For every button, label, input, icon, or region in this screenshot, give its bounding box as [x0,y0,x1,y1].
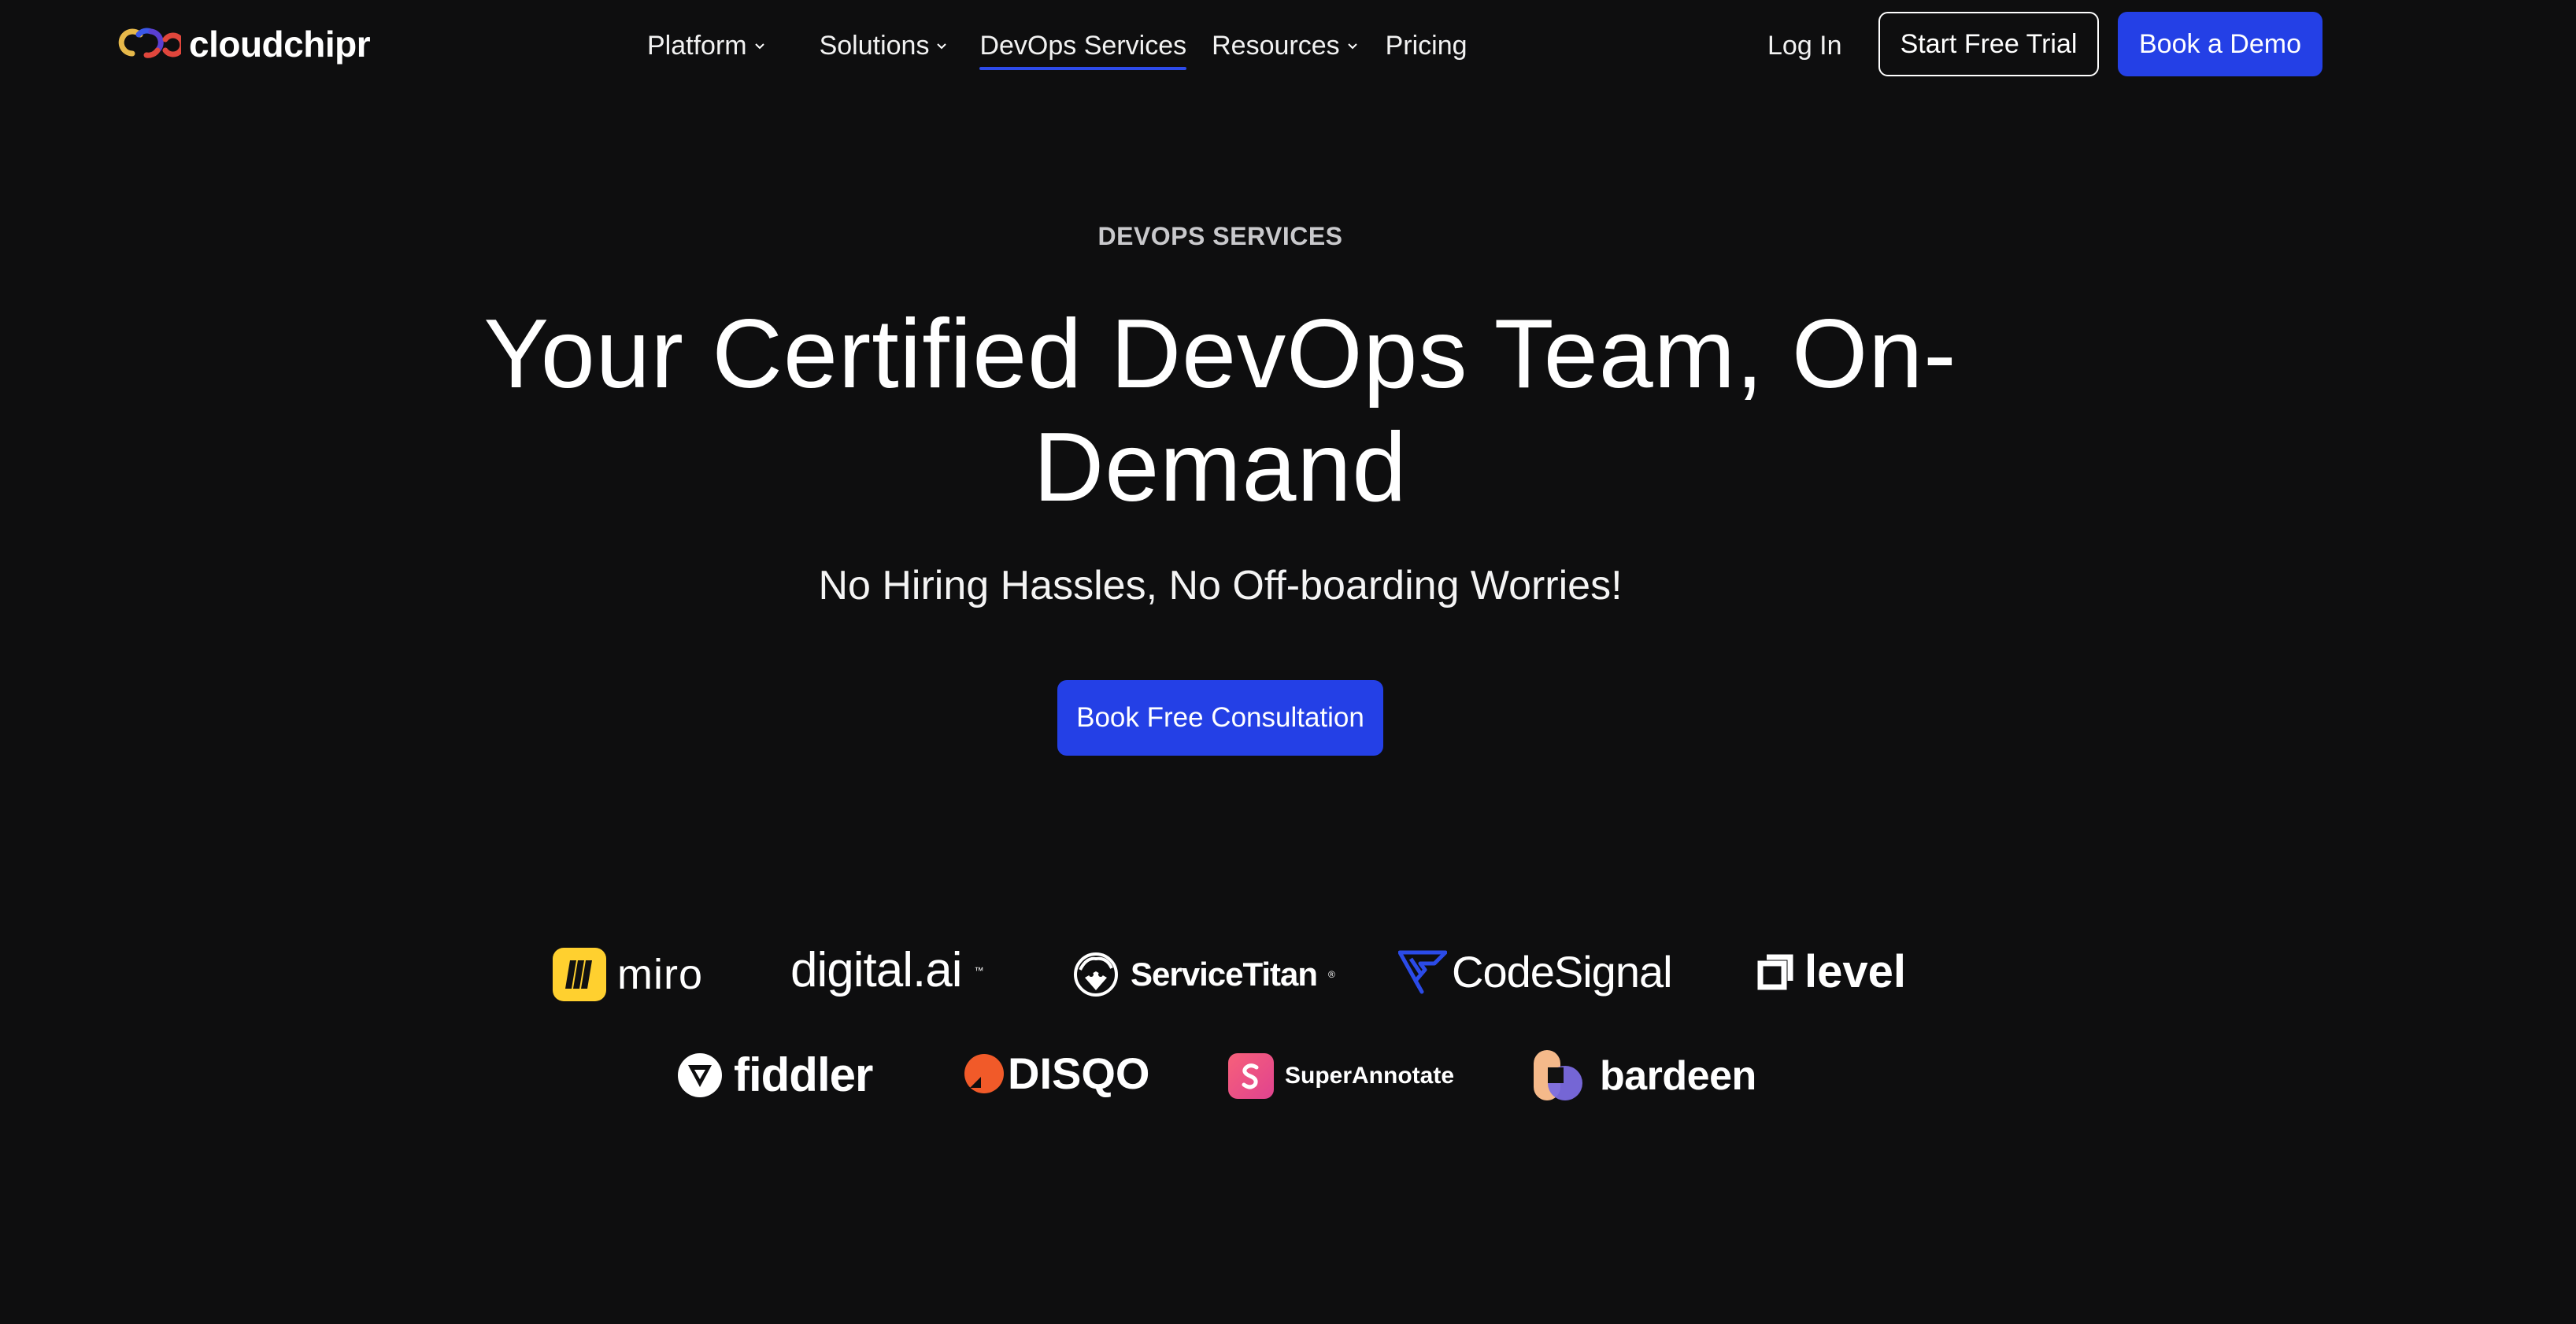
book-free-consultation-button[interactable]: Book Free Consultation [1057,680,1383,756]
bardeen-logo-icon [1534,1050,1582,1100]
nav-item-devops-services[interactable]: DevOps Services [979,24,1187,70]
chevron-down-icon [937,43,947,50]
logo-text: miro [617,951,703,998]
logo-text: bardeen [1600,1053,1756,1099]
codesignal-logo-icon [1398,950,1447,994]
logo-text: CodeSignal [1452,947,1673,997]
chevron-down-icon [754,43,764,50]
nav-item-label: Solutions [819,30,930,61]
miro-logo-icon [553,948,606,1001]
logo-text: ServiceTitan [1131,956,1318,993]
logo-text: level [1804,946,1906,997]
logo-text: DISQO [1008,1048,1150,1098]
cloudchipr-logo-icon [118,28,181,58]
logo-text: SuperAnnotate [1285,1063,1455,1089]
nav-item-label: Resources [1212,30,1340,61]
logo-codesignal: CodeSignal [1398,947,1673,997]
nav-item-platform[interactable]: Platform [647,24,766,68]
fiddler-logo-icon [678,1053,722,1097]
superannotate-logo-icon [1228,1053,1274,1099]
nav-item-label: DevOps Services [979,30,1187,61]
logo-bardeen: bardeen [1534,1050,1756,1102]
section-eyebrow: DEVOPS SERVICES [1097,222,1343,250]
book-a-demo-button[interactable]: Book a Demo [2118,12,2322,76]
nav-item-solutions[interactable]: Solutions [820,24,949,68]
chevron-down-icon [1347,43,1357,50]
login-link[interactable]: Log In [1767,24,1842,68]
nav-item-label: Pricing [1385,30,1468,61]
logo-level: level [1757,949,1906,995]
nav-item-pricing[interactable]: Pricing [1386,24,1468,68]
hero-subheadline: No Hiring Hassles, No Off-boarding Worri… [818,563,1623,608]
brand-name: cloudchipr [189,24,371,65]
nav-item-resources[interactable]: Resources [1212,24,1359,68]
logo-digital-ai: digital.ai ™ [790,946,983,995]
servicetitan-lion-icon [1074,952,1118,997]
logo-miro: miro [553,948,703,1001]
hero-headline: Your Certified DevOps Team, On-Demand [483,300,1957,522]
registered-mark: ® [1328,969,1335,980]
brand-logo-link[interactable]: cloudchipr [117,22,371,66]
disqo-logo-icon [964,1054,1004,1093]
logo-text: fiddler [734,1048,873,1101]
logo-disqo: DISQO [964,1052,1149,1096]
logo-servicetitan: ServiceTitan ® [1072,951,1335,998]
logo-fiddler: fiddler [677,1048,873,1101]
logo-superannotate: SuperAnnotate [1228,1053,1454,1099]
start-free-trial-button[interactable]: Start Free Trial [1878,12,2099,76]
top-navigation: cloudchipr Platform Solutions DevOps Ser… [0,0,2576,88]
trademark-mark: ™ [974,965,984,976]
level-logo-icon [1757,954,1793,990]
main-menu: Platform Solutions DevOps Services Resou… [647,24,1468,70]
nav-item-label: Platform [647,30,747,61]
logo-text: digital.ai [790,943,962,997]
